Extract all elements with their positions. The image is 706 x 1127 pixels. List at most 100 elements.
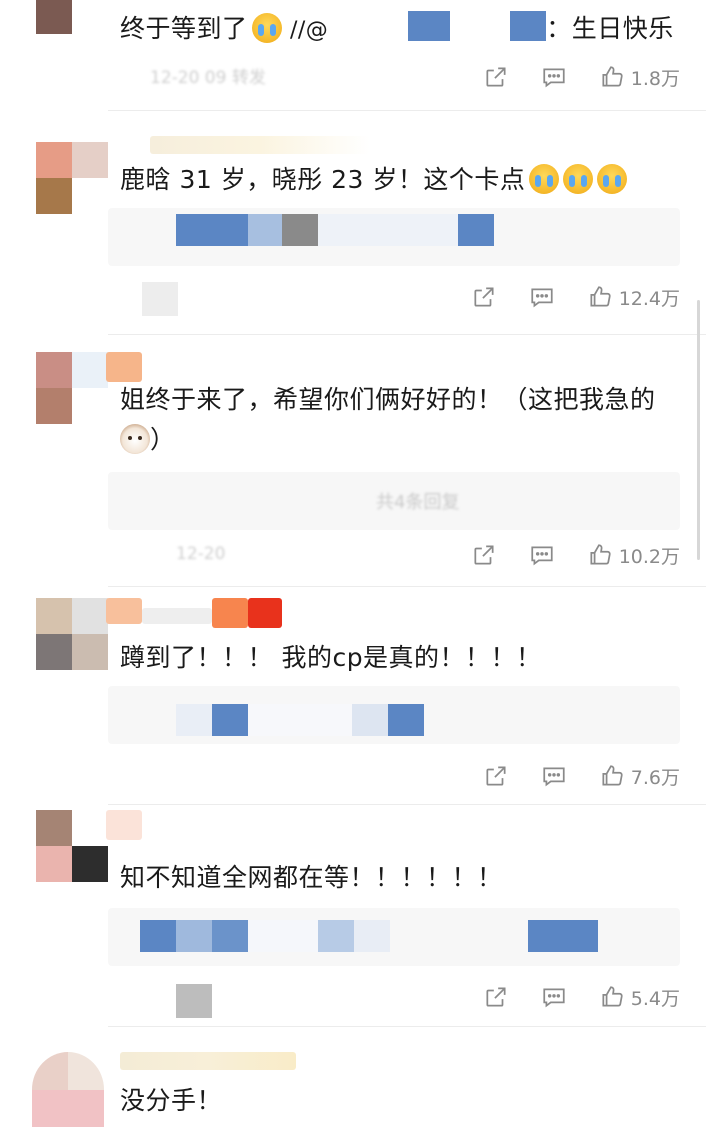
comment-icon	[543, 68, 565, 88]
comment-text: 蹲到了！！！ 我的cp是真的！！！！	[120, 643, 542, 672]
comment-text: 姐终于来了，希望你们俩好好的！（这把我急的 ）	[120, 385, 656, 454]
like-button[interactable]: 5.4万	[599, 984, 680, 1011]
avatar[interactable]	[36, 352, 108, 424]
comment-icon	[531, 288, 553, 308]
like-count: 1.8万	[630, 67, 680, 90]
comment-button[interactable]	[527, 540, 557, 570]
blurred-mention	[408, 11, 451, 41]
cry-emoji	[529, 164, 560, 194]
comment-button[interactable]	[527, 282, 557, 312]
comment-item: 终于等到了 //@ ：生日快乐 12-20 09 转发 1.8万	[0, 0, 706, 110]
comment-icon	[543, 767, 565, 787]
reply-preview[interactable]: 共4条回复	[108, 472, 680, 530]
cry-emoji	[251, 13, 282, 43]
comment-actions: 10.2万	[441, 540, 680, 570]
comment-text: 终于等到了 //@ ：生日快乐	[120, 7, 676, 51]
share-button[interactable]	[481, 761, 511, 791]
cry-emoji	[563, 164, 594, 194]
comment-text: 鹿晗 31 岁，晓彤 23 岁！这个卡点	[120, 160, 676, 200]
like-button[interactable]: 10.2万	[587, 542, 680, 569]
comment-icon	[531, 546, 553, 566]
username[interactable]	[150, 136, 370, 154]
comment-actions: 5.4万	[453, 982, 680, 1012]
username[interactable]	[106, 598, 142, 624]
thumbs-up-icon	[590, 544, 611, 565]
share-icon	[486, 67, 506, 87]
username[interactable]	[106, 810, 142, 840]
avatar[interactable]	[36, 810, 108, 882]
blurred-reply	[528, 920, 598, 952]
blurred-thumbnail	[176, 984, 212, 1018]
comment-text: 知不知道全网都在等！！！！！！	[120, 863, 503, 892]
blurred-reply	[248, 214, 282, 246]
blurred-reply	[248, 704, 352, 736]
comment-item: 蹲到了！！！ 我的cp是真的！！！！ 7.6万	[0, 586, 706, 804]
like-button[interactable]: 1.8万	[599, 64, 680, 91]
like-button[interactable]: 7.6万	[599, 763, 680, 790]
cat-emoji	[120, 424, 150, 454]
comment-actions: 7.6万	[453, 761, 680, 791]
username[interactable]	[120, 1052, 296, 1070]
username[interactable]	[142, 608, 212, 624]
thumbs-up-icon	[602, 765, 623, 786]
blurred-reply	[248, 920, 318, 952]
user-badge	[212, 598, 248, 628]
avatar[interactable]	[32, 1052, 104, 1127]
blurred-reply	[388, 704, 424, 736]
blurred-mention	[510, 11, 547, 41]
timestamp: 12-20 09 转发	[150, 68, 266, 88]
blurred-reply	[352, 704, 388, 736]
comment-item: 姐终于来了，希望你们俩好好的！（这把我急的 ） 共4条回复 12-20 10.2…	[0, 334, 706, 586]
blurred-thumbnail	[142, 282, 178, 316]
reply-preview[interactable]	[108, 208, 680, 266]
like-count: 5.4万	[630, 987, 680, 1010]
comment-button[interactable]	[539, 761, 569, 791]
share-button[interactable]	[469, 540, 499, 570]
comment-item: 鹿晗 31 岁，晓彤 23 岁！这个卡点 12.4万	[0, 110, 706, 334]
blurred-reply	[212, 704, 248, 736]
blurred-reply	[318, 214, 458, 246]
blurred-reply	[282, 214, 318, 246]
cry-emoji	[597, 164, 628, 194]
like-count: 10.2万	[618, 545, 680, 568]
comment-button[interactable]	[539, 62, 569, 92]
thumbs-up-icon	[590, 286, 611, 307]
like-count: 12.4万	[618, 287, 680, 310]
comment-icon	[543, 988, 565, 1008]
reply-preview[interactable]	[108, 686, 680, 744]
avatar[interactable]	[36, 0, 108, 34]
timestamp: 12-20	[176, 544, 226, 564]
blurred-reply	[176, 920, 212, 952]
blurred-reply	[212, 920, 248, 952]
blurred-reply	[176, 704, 212, 736]
like-count: 7.6万	[630, 766, 680, 789]
avatar[interactable]	[36, 142, 108, 214]
blurred-reply	[458, 214, 494, 246]
blurred-reply	[354, 920, 390, 952]
blurred-reply	[176, 214, 248, 246]
share-icon	[486, 766, 506, 786]
share-icon	[486, 987, 506, 1007]
comment-text: 没分手！	[120, 1086, 223, 1115]
blurred-reply	[140, 920, 176, 952]
blurred-reply	[318, 920, 354, 952]
scrollbar[interactable]	[697, 300, 700, 560]
thumbs-up-icon	[602, 66, 623, 87]
comment-actions: 1.8万	[453, 62, 680, 92]
thumbs-up-icon	[602, 986, 623, 1007]
user-badge	[248, 598, 282, 628]
share-button[interactable]	[469, 282, 499, 312]
share-button[interactable]	[481, 982, 511, 1012]
username[interactable]	[106, 352, 142, 382]
view-replies-link: 共4条回复	[376, 492, 460, 513]
share-button[interactable]	[481, 62, 511, 92]
like-button[interactable]: 12.4万	[587, 284, 680, 311]
share-icon	[474, 287, 494, 307]
comment-item: 没分手！	[0, 1026, 706, 1127]
comment-item: 知不知道全网都在等！！！！！！ 5.4万	[0, 804, 706, 1026]
reply-preview[interactable]	[108, 908, 680, 966]
share-icon	[474, 545, 494, 565]
comment-actions: 12.4万	[441, 282, 680, 312]
avatar[interactable]	[36, 598, 108, 670]
comment-button[interactable]	[539, 982, 569, 1012]
